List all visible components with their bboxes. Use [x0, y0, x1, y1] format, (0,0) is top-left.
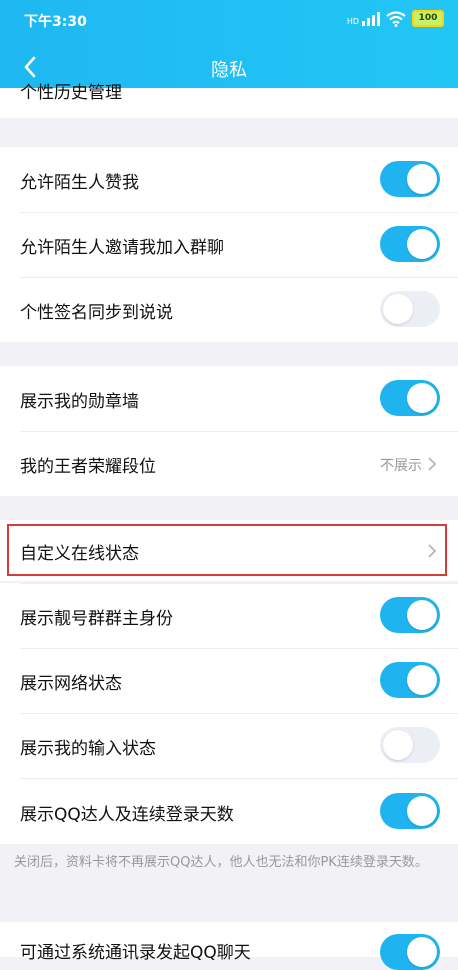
setting-label: 展示QQ达人及连续登录天数: [20, 805, 234, 825]
hd-label: HD: [346, 16, 359, 26]
setting-label: 展示网络状态: [20, 674, 122, 694]
toggle-switch[interactable]: [380, 226, 440, 262]
setting-label: 可通过系统通讯录发起QQ聊天: [20, 943, 251, 963]
status-icons: HD 100: [347, 10, 444, 27]
footnote-text: 关闭后，资料卡将不再展示QQ达人，他人也无法和你PK连续登录天数。: [14, 855, 428, 870]
setting-label: 我的王者荣耀段位: [20, 457, 156, 477]
battery-icon: 100: [412, 10, 444, 27]
chevron-right-icon: [428, 457, 437, 471]
toggle-switch[interactable]: [380, 380, 440, 416]
setting-row-stranger-like[interactable]: 允许陌生人赞我: [0, 147, 458, 212]
toggle-switch[interactable]: [380, 291, 440, 327]
toggle-switch[interactable]: [380, 662, 440, 698]
signal-icon: HD: [346, 11, 380, 26]
setting-label: 个性签名同步到说说: [20, 303, 173, 323]
toggle-switch[interactable]: [380, 793, 440, 829]
setting-row-stranger-invite[interactable]: 允许陌生人邀请我加入群聊: [0, 212, 458, 277]
setting-row-contacts-chat[interactable]: 可通过系统通讯录发起QQ聊天: [0, 922, 458, 970]
setting-row-network-status[interactable]: 展示网络状态: [0, 648, 458, 713]
setting-label: 展示我的输入状态: [20, 739, 156, 759]
setting-row-qq-expert[interactable]: 展示QQ达人及连续登录天数: [0, 778, 458, 844]
highlight-annotation-box: [7, 524, 447, 576]
setting-label: 允许陌生人赞我: [20, 173, 139, 193]
setting-label: 展示我的勋章墙: [20, 392, 139, 412]
setting-row-input-status[interactable]: 展示我的输入状态: [0, 713, 458, 778]
cut-off-item-label: 个性历史管理: [20, 83, 122, 103]
setting-label: 展示靓号群群主身份: [20, 609, 173, 629]
setting-row-honor-of-kings-rank[interactable]: 我的王者荣耀段位 不展示: [0, 431, 458, 496]
setting-row-medal-wall[interactable]: 展示我的勋章墙: [0, 366, 458, 431]
toggle-switch[interactable]: [380, 934, 440, 970]
setting-value: 不展示: [380, 458, 422, 474]
status-time: 下午3:30: [24, 14, 87, 30]
toggle-switch[interactable]: [380, 597, 440, 633]
setting-label: 允许陌生人邀请我加入群聊: [20, 238, 224, 258]
toggle-switch[interactable]: [380, 161, 440, 197]
cut-off-list-item[interactable]: 个性历史管理: [0, 83, 458, 118]
setting-row-signature-sync[interactable]: 个性签名同步到说说: [0, 277, 458, 342]
wifi-icon: [386, 10, 406, 27]
setting-row-pretty-number-owner[interactable]: 展示靓号群群主身份: [0, 583, 458, 648]
toggle-switch[interactable]: [380, 727, 440, 763]
status-bar: 下午3:30 HD 100: [0, 0, 458, 40]
